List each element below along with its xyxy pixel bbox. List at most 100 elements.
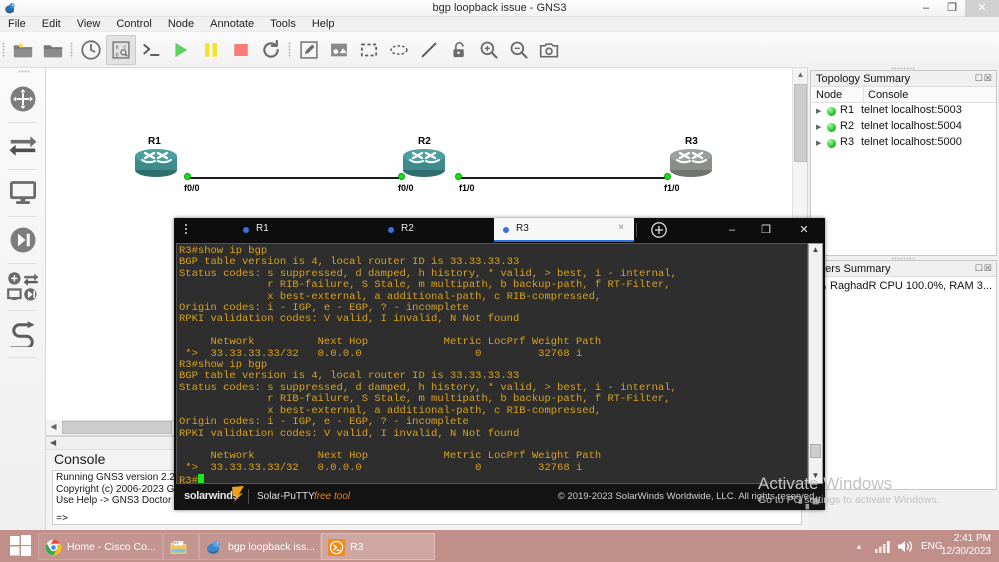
menu-tools[interactable]: Tools — [262, 17, 304, 32]
close-tab-icon[interactable]: × — [618, 222, 624, 233]
taskbar-item-explorer[interactable] — [163, 533, 199, 560]
link-endpoint-r2-f0-0[interactable] — [398, 173, 405, 180]
terminal-scroll-thumb[interactable] — [810, 444, 821, 458]
router-r3-icon[interactable] — [669, 148, 713, 178]
status-led-r2 — [827, 123, 836, 132]
browse-security-devices-icon[interactable] — [0, 217, 45, 263]
canvas-vscroll-thumb[interactable] — [794, 84, 807, 162]
activate-windows-watermark: Activate Windows Go to PC settings to ac… — [758, 474, 998, 506]
taskbar-item-gns3[interactable]: bgp loopback iss... — [199, 533, 321, 560]
device-toolbar-separator-6 — [8, 357, 37, 358]
wifi-icon[interactable] — [875, 539, 893, 553]
toolbar-grip-1[interactable] — [0, 32, 8, 68]
draw-line-icon[interactable] — [414, 32, 444, 68]
device-toolbar-grip[interactable] — [0, 68, 45, 76]
taskbar-item-chrome[interactable]: Home - Cisco Co... — [38, 533, 163, 560]
router-r1-icon[interactable] — [134, 148, 178, 178]
console-collapse-arrow[interactable]: ◀ — [50, 438, 56, 447]
suspend-all-icon[interactable] — [196, 32, 226, 68]
add-note-icon[interactable] — [294, 32, 324, 68]
terminal-scroll-up-arrow[interactable]: ▲ — [809, 244, 822, 257]
tab-status-dot — [243, 227, 249, 233]
window-close-button[interactable]: ✕ — [965, 0, 999, 17]
console-prompt[interactable]: => — [56, 514, 798, 525]
terminal-output[interactable]: R3#show ip bgp BGP table version is 4, l… — [176, 243, 808, 484]
link-endpoint-r3-f1-0[interactable] — [664, 173, 671, 180]
product-name: Solar-PuTTY — [257, 491, 315, 502]
browse-all-devices-icon[interactable] — [0, 264, 45, 310]
toolbar-grip-3[interactable] — [286, 32, 294, 68]
interface-label-r1-f0-0: f0/0 — [184, 183, 200, 193]
menu-annotate[interactable]: Annotate — [202, 17, 262, 32]
menu-node[interactable]: Node — [160, 17, 202, 32]
topology-summary-window-buttons[interactable]: ☐☒ — [975, 73, 993, 84]
node-console-r3: telnet localhost:5000 — [861, 136, 962, 148]
windows-start-icon[interactable] — [0, 530, 42, 562]
canvas-hscroll-thumb[interactable] — [62, 421, 172, 434]
open-project-icon[interactable] — [38, 32, 68, 68]
browse-switches-icon[interactable] — [0, 123, 45, 169]
expand-arrow-icon[interactable]: ▶ — [816, 107, 821, 115]
menu-file[interactable]: File — [0, 17, 34, 32]
browse-routers-icon[interactable] — [0, 76, 45, 122]
putty-menu-icon[interactable] — [180, 222, 192, 238]
list-item[interactable]: RaghadR CPU 100.0%, RAM 3... — [811, 279, 996, 295]
topology-summary-header: Topology Summary ☐☒ — [811, 71, 996, 87]
link-r1-r2[interactable] — [188, 177, 402, 179]
servers-summary-window-buttons[interactable]: ☐☒ — [975, 263, 993, 274]
table-row[interactable]: ▶ R1 telnet localhost:5003 — [811, 103, 996, 119]
title-bar: bgp loopback issue - GNS3 – ❐ ✕ — [0, 0, 999, 17]
menu-control[interactable]: Control — [108, 17, 159, 32]
reload-all-icon[interactable] — [256, 32, 286, 68]
add-link-icon[interactable] — [0, 311, 45, 357]
console-all-icon[interactable] — [136, 32, 166, 68]
column-divider[interactable] — [863, 87, 864, 103]
chevron-up-icon[interactable]: ▲ — [855, 542, 863, 551]
window-minimize-button[interactable]: – — [913, 0, 939, 17]
insert-image-icon[interactable] — [324, 32, 354, 68]
screenshot-icon[interactable] — [534, 32, 564, 68]
putty-maximize-button[interactable]: ❒ — [751, 218, 781, 242]
zoom-in-icon[interactable] — [474, 32, 504, 68]
terminal-scrollbar[interactable]: ▲ ▼ — [808, 243, 823, 484]
window-maximize-button[interactable]: ❐ — [939, 0, 965, 17]
putty-tab-r1[interactable]: R1 — [234, 218, 374, 242]
link-endpoint-r1-f0-0[interactable] — [184, 173, 191, 180]
draw-ellipse-icon[interactable] — [384, 32, 414, 68]
start-all-icon[interactable] — [166, 32, 196, 68]
putty-footer: solarwinds Solar-PuTTY free tool © 2019-… — [174, 484, 825, 510]
link-r2-r3[interactable] — [459, 177, 667, 179]
taskbar-item-solar-putty[interactable]: R3 — [321, 533, 435, 560]
zoom-out-icon[interactable] — [504, 32, 534, 68]
toolbar-grip-2[interactable] — [68, 32, 76, 68]
recent-projects-icon[interactable] — [76, 32, 106, 68]
table-row[interactable]: ▶ R2 telnet localhost:5004 — [811, 119, 996, 135]
tray-clock-date[interactable]: 12/30/2023 — [927, 546, 991, 557]
console-title: Console — [54, 451, 106, 467]
canvas-scroll-left-arrow[interactable]: ◀ — [46, 420, 61, 435]
browse-end-devices-icon[interactable] — [0, 170, 45, 216]
router-r2-icon[interactable] — [402, 148, 446, 178]
menu-help[interactable]: Help — [304, 17, 343, 32]
chrome-icon — [45, 539, 62, 556]
draw-rectangle-icon[interactable] — [354, 32, 384, 68]
stop-all-icon[interactable] — [226, 32, 256, 68]
screenshot-snapshot-icon[interactable]: a c b — [106, 35, 136, 65]
link-endpoint-r2-f1-0[interactable] — [455, 173, 462, 180]
table-row[interactable]: ▶ R3 telnet localhost:5000 — [811, 135, 996, 151]
node-r1-label: R1 — [148, 136, 161, 147]
expand-arrow-icon[interactable]: ▶ — [816, 139, 821, 147]
menu-edit[interactable]: Edit — [34, 17, 69, 32]
new-project-icon[interactable] — [8, 32, 38, 68]
lock-items-icon[interactable] — [444, 32, 474, 68]
expand-arrow-icon[interactable]: ▶ — [816, 123, 821, 131]
menu-view[interactable]: View — [69, 17, 109, 32]
putty-tab-r3[interactable]: R3 × — [494, 218, 634, 242]
plus-circle-icon[interactable] — [650, 221, 668, 239]
putty-close-button[interactable]: ✕ — [789, 218, 819, 242]
putty-minimize-button[interactable]: – — [717, 218, 747, 242]
tray-clock-time[interactable]: 2:41 PM — [927, 533, 991, 544]
canvas-scroll-up-arrow[interactable]: ▲ — [793, 68, 807, 83]
speaker-icon[interactable] — [897, 539, 914, 554]
topology-summary-columns: Node Console — [811, 87, 996, 103]
